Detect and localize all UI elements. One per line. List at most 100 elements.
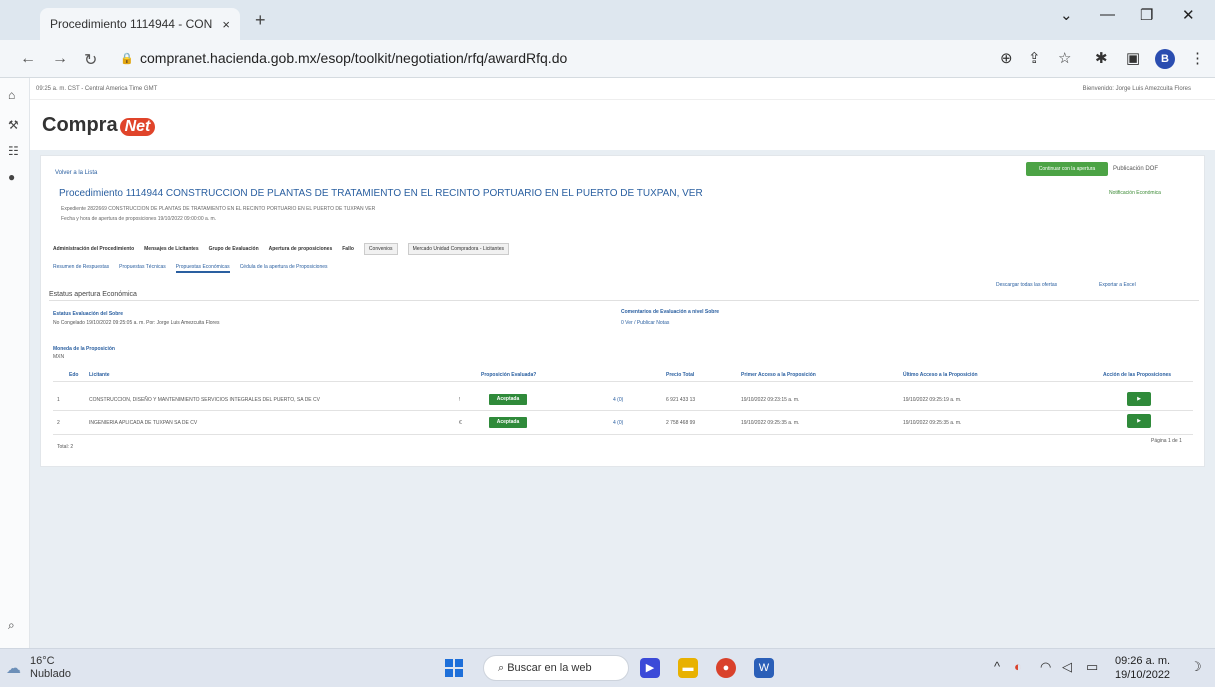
clock-time: 09:26 a. m. xyxy=(1115,655,1171,667)
row-2-action-button[interactable]: ▶ xyxy=(1127,414,1151,428)
row-1-name[interactable]: CONSTRUCCION, DISEÑO Y MANTENIMIENTO SER… xyxy=(89,397,320,403)
meet-icon[interactable]: ▶ xyxy=(640,658,660,678)
volume-icon[interactable]: ◁ xyxy=(1062,659,1072,675)
subtab-economicas[interactable]: Propuestas Económicas xyxy=(175,264,230,273)
continue-opening-button[interactable]: Continuar con la apertura xyxy=(1026,162,1108,176)
tab-apertura[interactable]: Apertura de proposiciones xyxy=(269,246,333,252)
zoom-icon[interactable]: ⊕ xyxy=(1000,49,1013,67)
time-zone-text: 09:25 a. m. CST - Central America Time G… xyxy=(36,86,158,92)
tab-fallo[interactable]: Fallo xyxy=(342,246,354,252)
bookmark-star-icon[interactable]: ☆ xyxy=(1058,49,1071,67)
weather-desc: Nublado xyxy=(30,668,71,680)
procedure-panel: Volver a la Lista Continuar con la apert… xyxy=(40,155,1205,467)
back-arrow-icon[interactable]: ← xyxy=(20,50,36,68)
opening-date-text: Fecha y hora de apertura de proposicione… xyxy=(61,216,217,222)
row-2-status-badge: Aceptada xyxy=(489,417,527,428)
notification-link[interactable]: Notificación Económica xyxy=(1109,190,1161,196)
row-divider xyxy=(53,434,1193,435)
section-title: Estatus apertura Económica xyxy=(49,291,137,298)
logo-text: Compra xyxy=(42,114,118,136)
col-edo: Edo xyxy=(69,372,79,378)
new-tab-icon[interactable]: + xyxy=(255,10,266,31)
extensions-icon[interactable]: ✱ xyxy=(1095,49,1108,67)
url-input[interactable]: compranet.hacienda.gob.mx/esop/toolkit/n… xyxy=(140,50,567,66)
subtab-resumen[interactable]: Resumen de Respuestas xyxy=(53,264,109,273)
subtab-cedula[interactable]: Cédula de la apertura de Proposiciones xyxy=(240,264,328,273)
page-background xyxy=(30,470,1215,648)
weather-widget[interactable]: 16°C Nublado xyxy=(30,655,71,681)
export-excel-link[interactable]: Exportar a Excel xyxy=(1099,282,1136,288)
row-1-status-badge: Aceptada xyxy=(489,394,527,405)
col-evaluada[interactable]: Proposición Evaluada? xyxy=(481,372,536,378)
status-value: No Congelado 19/10/2022 09:25:05 a. m. P… xyxy=(53,320,220,326)
tab-grupo[interactable]: Grupo de Evaluación xyxy=(209,246,259,252)
back-to-list-link[interactable]: Volver a la Lista xyxy=(55,170,97,176)
tray-app-icon[interactable]: ◐ xyxy=(1014,659,1022,674)
close-window-icon[interactable]: ✕ xyxy=(1182,6,1195,24)
globe-icon[interactable]: ● xyxy=(8,170,15,184)
lock-icon: 🔒 xyxy=(120,53,134,65)
battery-icon[interactable]: ▭ xyxy=(1086,659,1098,675)
tray-chevron-icon[interactable]: ^ xyxy=(994,659,1000,674)
forward-arrow-icon[interactable]: → xyxy=(52,50,68,68)
reload-icon[interactable]: ↻ xyxy=(84,50,97,70)
publication-link[interactable]: Publicación DOF xyxy=(1113,166,1158,172)
currency-label: Moneda de la Proposición xyxy=(53,346,115,352)
windows-start-icon[interactable] xyxy=(445,659,463,677)
row-2-num: 2 xyxy=(57,420,60,426)
compranet-logo[interactable]: Compra Net xyxy=(42,114,156,137)
user-welcome[interactable]: Bienvenido: Jorge Luis Amezcuita Flores xyxy=(1083,86,1191,92)
col-primer-acceso[interactable]: Primer Acceso a la Proposición xyxy=(741,372,816,378)
tab-convenios[interactable]: Convenios xyxy=(363,243,398,255)
weather-temp: 16°C xyxy=(30,655,55,667)
left-rail: ⌂ ⚒ ☷ ● ⌕ xyxy=(0,78,30,648)
row-1-first-access: 19/10/2022 09:23:15 a. m. xyxy=(741,397,800,403)
row-2-name[interactable]: INGENIERIA APLICADA DE TUXPAN SA DE CV xyxy=(89,420,197,426)
browser-tab[interactable]: Procedimiento 1114944 - CON × xyxy=(40,8,240,40)
view-notes-link[interactable]: 0 Ver / Publicar Notas xyxy=(621,320,669,326)
chrome-icon[interactable]: ● xyxy=(716,658,736,678)
tab-search-icon[interactable]: ⌄ xyxy=(1060,6,1073,24)
people-icon[interactable]: ☷ xyxy=(8,144,19,158)
search-rail-icon[interactable]: ⌕ xyxy=(8,618,15,633)
word-icon[interactable]: W xyxy=(754,658,774,678)
profile-avatar[interactable]: B xyxy=(1155,49,1175,69)
row-1-flag: ! xyxy=(459,397,461,403)
status-label: Estatus Evaluación del Sobre xyxy=(53,311,124,317)
tab-administracion[interactable]: Administración del Procedimiento xyxy=(53,246,134,252)
focus-moon-icon[interactable]: ☽ xyxy=(1190,659,1202,675)
tab-title: Procedimiento 1114944 - CON xyxy=(50,17,213,31)
cloud-icon: ☁ xyxy=(6,660,21,677)
wifi-icon[interactable]: ◠ xyxy=(1040,659,1051,675)
site-top-strip: 09:25 a. m. CST - Central America Time G… xyxy=(30,78,1215,100)
col-precio[interactable]: Precio Total xyxy=(666,372,694,378)
share-icon[interactable]: ⇪ xyxy=(1028,49,1041,67)
minimize-icon[interactable]: — xyxy=(1100,6,1115,23)
file-explorer-icon[interactable]: ▬ xyxy=(678,658,698,678)
row-1-action-button[interactable]: ▶ xyxy=(1127,392,1151,406)
row-divider xyxy=(53,410,1193,411)
main-tabs: Administración del Procedimiento Mensaje… xyxy=(53,242,509,256)
sidepanel-icon[interactable]: ▣ xyxy=(1126,49,1140,67)
row-2-last-access: 19/10/2022 09:25:35 a. m. xyxy=(903,420,962,426)
pagination[interactable]: Página 1 de 1 xyxy=(1151,438,1182,444)
row-1-docs-link[interactable]: 4 (0) xyxy=(613,397,623,403)
tab-mensajes[interactable]: Mensajes de Licitantes xyxy=(144,246,198,252)
menu-dots-icon[interactable]: ⋮ xyxy=(1190,49,1205,67)
subtab-tecnicas[interactable]: Propuestas Técnicas xyxy=(119,264,166,273)
restore-icon[interactable]: ❐ xyxy=(1140,6,1153,24)
taskbar-search[interactable]: ⌕ Buscar en la web xyxy=(483,655,629,681)
browser-tab-bar: Procedimiento 1114944 - CON × + ⌄ — ❐ ✕ xyxy=(0,0,1215,40)
col-ultimo-acceso[interactable]: Último Acceso a la Proposición xyxy=(903,372,978,378)
download-offers-link[interactable]: Descargar todas las ofertas xyxy=(996,282,1057,288)
col-licitante[interactable]: Licitante xyxy=(89,372,110,378)
tab-mercado[interactable]: Mercado Unidad Compradora - Licitantes xyxy=(407,243,509,255)
header-divider xyxy=(53,381,1193,382)
clock[interactable]: 09:26 a. m. 19/10/2022 xyxy=(1115,654,1170,682)
home-icon[interactable]: ⌂ xyxy=(8,88,15,102)
tools-icon[interactable]: ⚒ xyxy=(8,118,19,132)
row-2-flag: € xyxy=(459,420,462,426)
tab-close-icon[interactable]: × xyxy=(222,17,230,32)
address-bar: ← → ↻ 🔒 compranet.hacienda.gob.mx/esop/t… xyxy=(0,40,1215,78)
row-2-docs-link[interactable]: 4 (0) xyxy=(613,420,623,426)
